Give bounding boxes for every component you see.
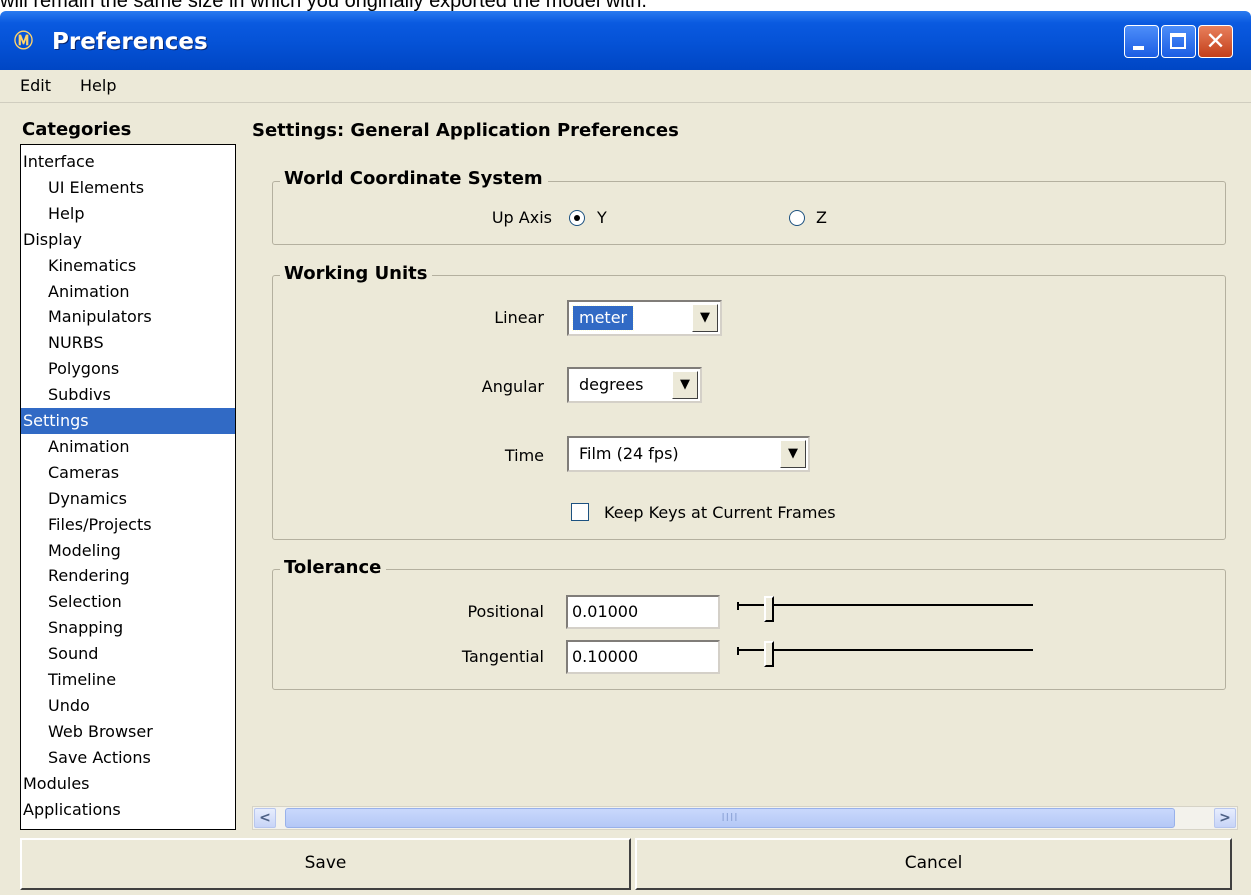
tangential-slider-track[interactable] (737, 649, 1033, 651)
up-axis-label: Up Axis (491, 208, 552, 227)
category-item[interactable]: Undo (21, 693, 235, 719)
scroll-left-button[interactable]: < (254, 808, 276, 828)
working-units-title: Working Units (280, 262, 433, 286)
working-units-group (272, 275, 1226, 540)
angular-dropdown-value: degrees (579, 375, 644, 394)
save-button[interactable]: Save (20, 838, 631, 890)
positional-slider-handle[interactable] (763, 596, 774, 622)
category-item[interactable]: Manipulators (21, 304, 235, 330)
radio-z-label[interactable]: Z (816, 207, 827, 229)
tangential-input[interactable]: 0.10000 (566, 640, 720, 674)
minimize-icon (1133, 46, 1144, 50)
category-item[interactable]: Dynamics (21, 486, 235, 512)
category-item[interactable]: UI Elements (21, 175, 235, 201)
linear-dropdown-value: meter (571, 305, 635, 331)
radio-selected-dot (574, 215, 580, 221)
category-item[interactable]: Kinematics (21, 253, 235, 279)
category-item[interactable]: Interface (21, 149, 235, 175)
positional-slider-track[interactable] (737, 604, 1033, 606)
linear-dropdown[interactable]: meter ▼ (567, 300, 722, 336)
menu-edit[interactable]: Edit (20, 75, 51, 97)
keep-keys-label[interactable]: Keep Keys at Current Frames (604, 502, 836, 524)
category-item[interactable]: Animation (21, 434, 235, 460)
category-item[interactable]: Help (21, 201, 235, 227)
scroll-right-button[interactable]: > (1214, 808, 1236, 828)
categories-label: Categories (22, 119, 132, 140)
category-item[interactable]: Rendering (21, 563, 235, 589)
positional-label: Positional (467, 602, 544, 621)
radio-y-label[interactable]: Y (597, 207, 607, 229)
category-item[interactable]: Animation (21, 279, 235, 305)
maximize-button[interactable] (1161, 25, 1196, 58)
window-title: Preferences (52, 29, 208, 55)
menu-bar (0, 70, 1251, 103)
chevron-down-icon[interactable]: ▼ (780, 440, 806, 468)
category-item[interactable]: Snapping (21, 615, 235, 641)
close-icon: ✕ (1205, 27, 1226, 55)
category-item[interactable]: Files/Projects (21, 512, 235, 538)
category-item[interactable]: Selection (21, 589, 235, 615)
category-item[interactable]: Timeline (21, 667, 235, 693)
category-item[interactable]: NURBS (21, 330, 235, 356)
categories-list[interactable]: Interface UI Elements Help Display Kinematic… (20, 144, 236, 830)
angular-dropdown[interactable]: degrees ▼ (567, 367, 702, 403)
keep-keys-checkbox[interactable] (571, 503, 589, 521)
tolerance-title: Tolerance (280, 556, 387, 580)
radio-z[interactable] (789, 210, 805, 226)
category-item[interactable]: Subdivs (21, 382, 235, 408)
angular-label: Angular (481, 377, 544, 396)
category-item[interactable]: Display (21, 227, 235, 253)
chevron-down-icon[interactable]: ▼ (692, 304, 718, 332)
cancel-button[interactable]: Cancel (635, 838, 1232, 890)
linear-label: Linear (494, 308, 544, 327)
radio-y[interactable] (569, 210, 585, 226)
category-item[interactable]: Sound (21, 641, 235, 667)
category-item[interactable]: Applications (21, 797, 235, 823)
positional-input[interactable]: 0.01000 (566, 595, 720, 629)
category-item[interactable]: Settings (21, 408, 235, 434)
close-button[interactable]: ✕ (1198, 25, 1233, 58)
horizontal-scrollbar[interactable]: < IIII > (252, 806, 1238, 830)
category-item[interactable]: Polygons (21, 356, 235, 382)
category-item[interactable]: Cameras (21, 460, 235, 486)
scrollbar-thumb[interactable]: IIII (285, 808, 1175, 828)
category-item[interactable]: Modeling (21, 538, 235, 564)
minimize-button[interactable] (1124, 25, 1159, 58)
time-label: Time (504, 446, 544, 465)
app-logo-icon: Ⓜ (14, 30, 34, 52)
maximize-icon (1170, 33, 1186, 49)
category-item[interactable]: Web Browser (21, 719, 235, 745)
time-dropdown-value: Film (24 fps) (579, 444, 679, 463)
tangential-slider-handle[interactable] (763, 641, 774, 667)
world-coordinate-title: World Coordinate System (280, 167, 548, 191)
menu-help[interactable]: Help (80, 75, 116, 97)
tangential-label: Tangential (461, 647, 544, 666)
page-title: Settings: General Application Preference… (252, 120, 679, 141)
time-dropdown[interactable]: Film (24 fps) ▼ (567, 436, 810, 472)
category-item[interactable]: Save Actions (21, 745, 235, 771)
chevron-down-icon[interactable]: ▼ (672, 371, 698, 399)
tolerance-group (272, 569, 1226, 690)
category-item[interactable]: Modules (21, 771, 235, 797)
